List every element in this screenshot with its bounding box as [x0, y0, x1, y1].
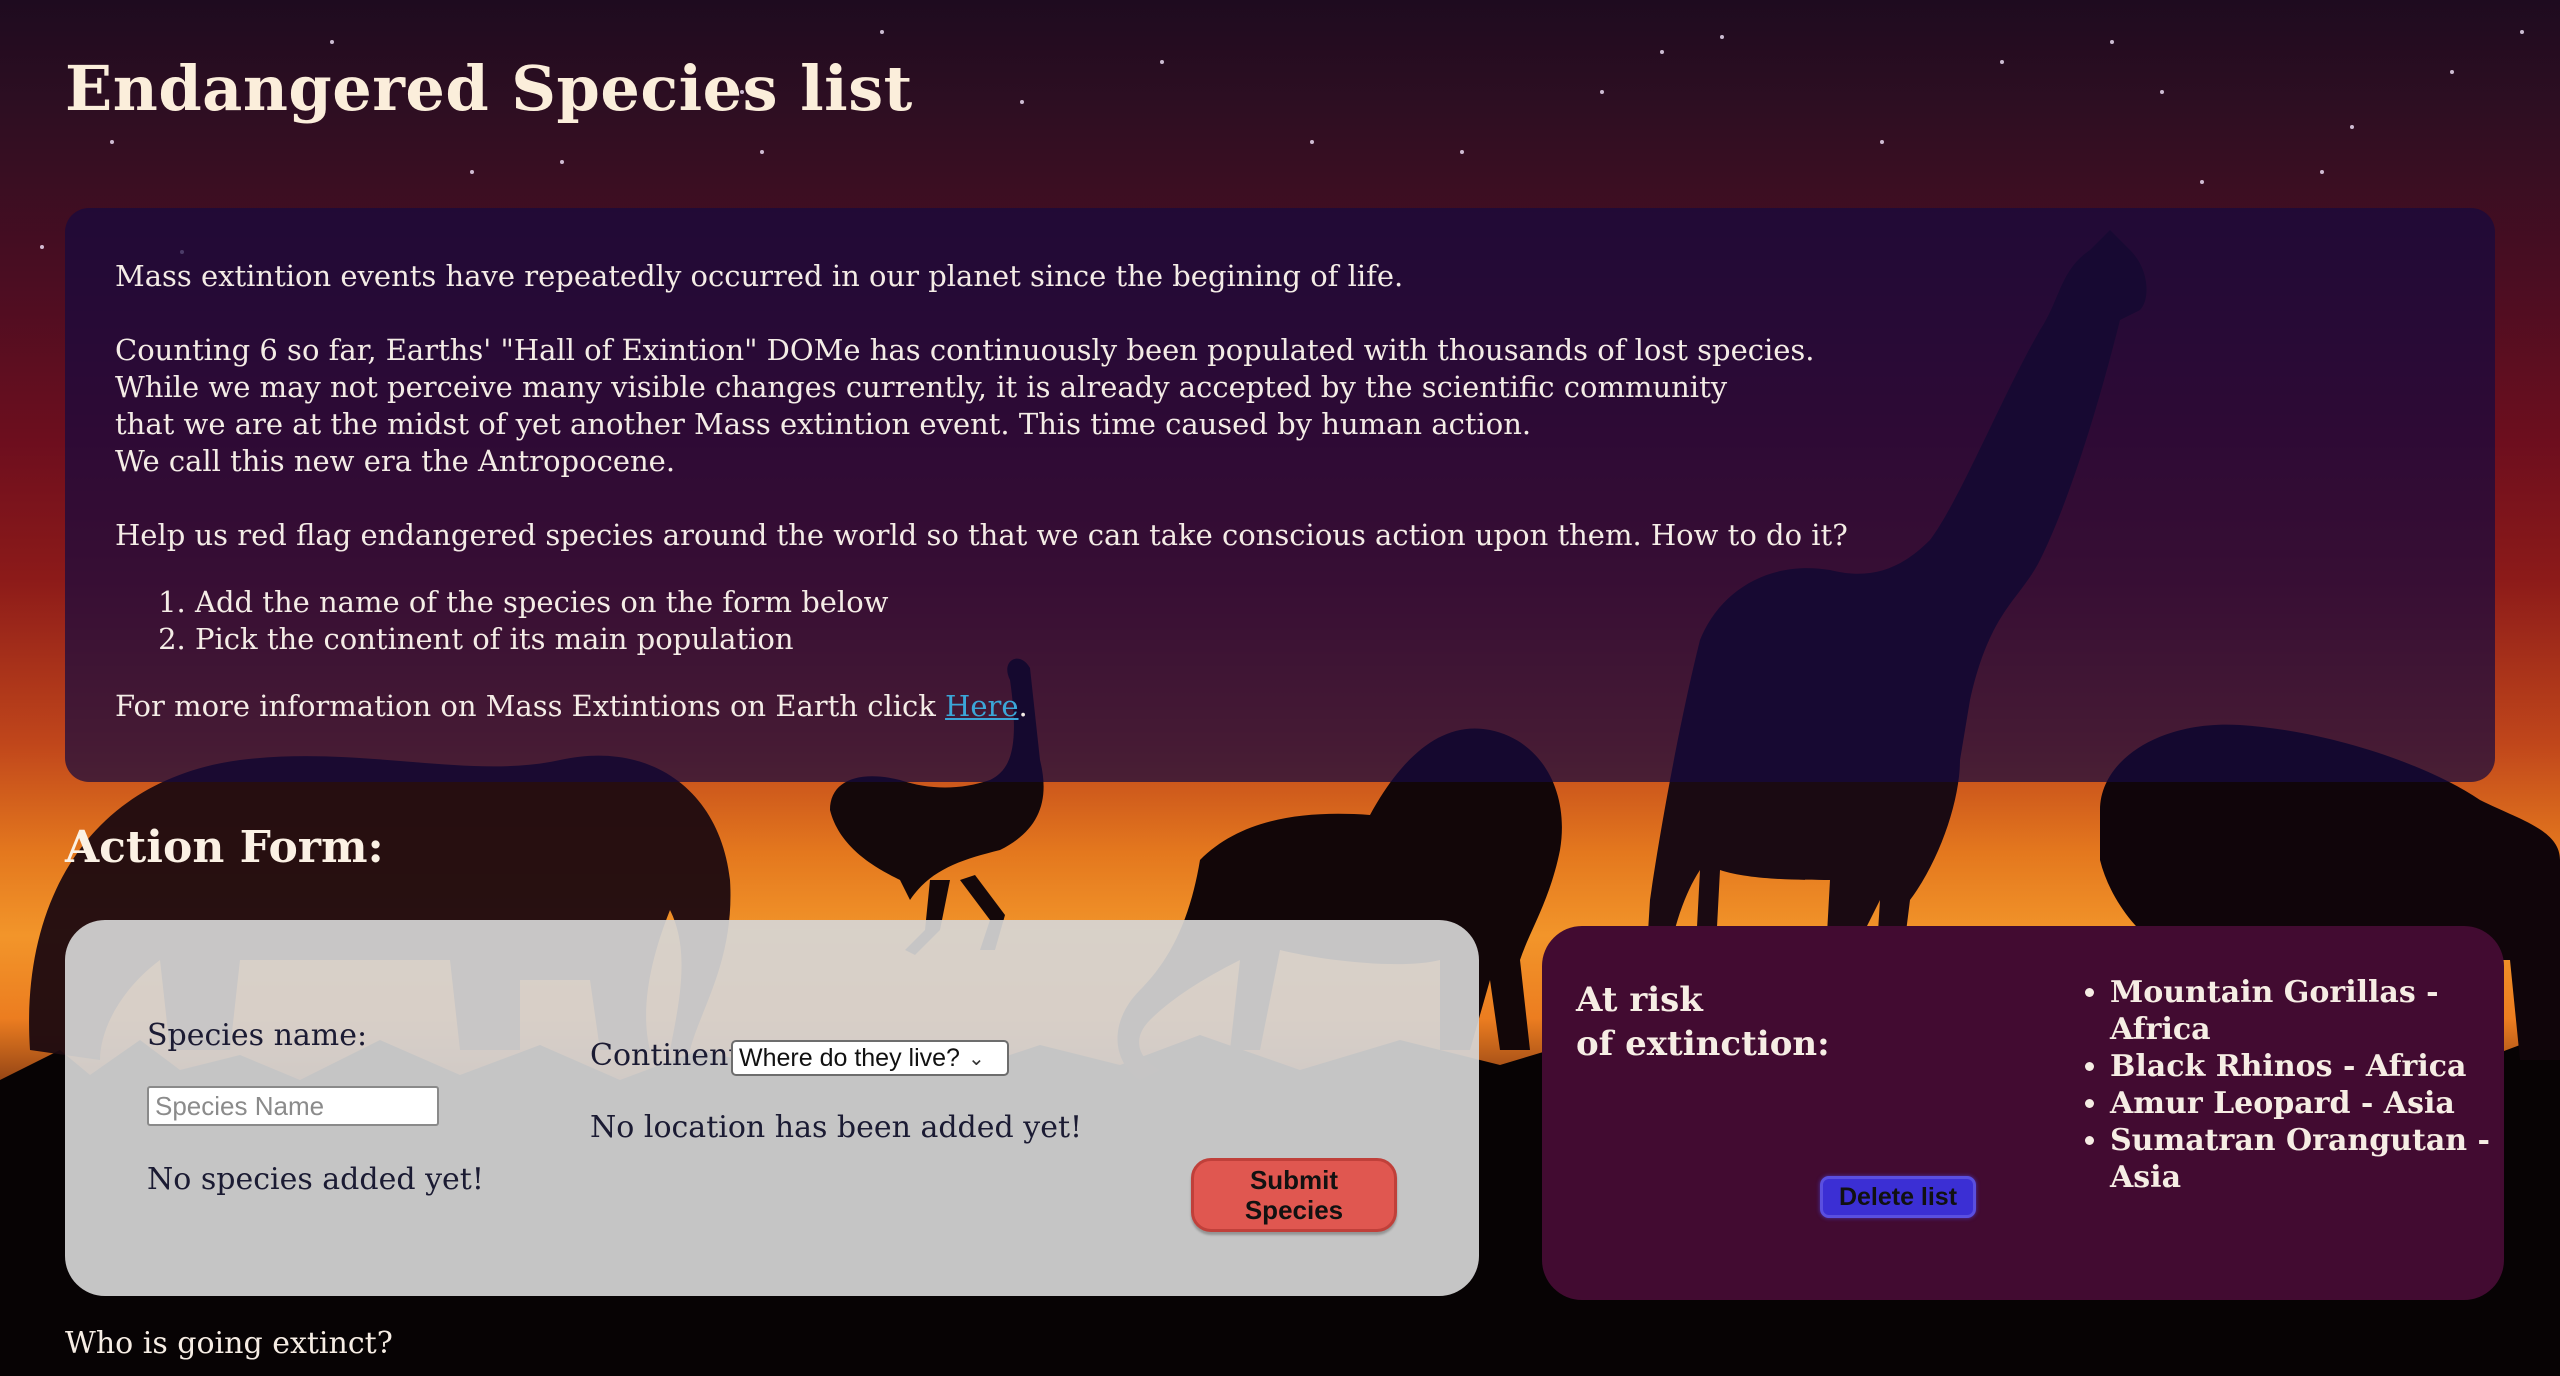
- species-name-input[interactable]: [147, 1086, 439, 1126]
- list-item: Amur Leopard - Asia: [2110, 1085, 2504, 1122]
- more-info-link[interactable]: Here: [945, 689, 1018, 723]
- intro-paragraph-1: Mass extintion events have repeatedly oc…: [115, 259, 1404, 293]
- more-info-text: For more information on Mass Extintions …: [115, 689, 946, 723]
- intro-panel: Mass extintion events have repeatedly oc…: [65, 208, 2495, 782]
- action-form-title: Action Form:: [65, 822, 384, 873]
- intro-paragraph-2-line-2: While we may not perceive many visible c…: [115, 370, 1728, 404]
- at-risk-species-list: Mountain Gorillas - Africa Black Rhinos …: [2082, 974, 2504, 1196]
- instruction-step: Pick the continent of its main populatio…: [195, 621, 2445, 658]
- instructions-list: Add the name of the species on the form …: [115, 584, 2445, 658]
- intro-paragraph-2-line-3: that we are at the midst of yet another …: [115, 407, 1532, 441]
- chevron-down-icon: ⌄: [967, 1047, 985, 1070]
- help-paragraph: Help us red flag endangered species arou…: [115, 518, 1848, 552]
- intro-paragraph-2-line-1: Counting 6 so far, Earths' "Hall of Exin…: [115, 333, 1815, 367]
- page-title: Endangered Species list: [65, 52, 913, 125]
- continent-select[interactable]: Where do they live? ⌄: [731, 1040, 1009, 1076]
- submit-species-button[interactable]: Submit Species: [1191, 1158, 1397, 1232]
- at-risk-title-line-2: of extinction:: [1576, 1024, 1830, 1064]
- delete-list-button[interactable]: Delete list: [1820, 1176, 1976, 1218]
- species-status-text: No species added yet!: [147, 1162, 484, 1197]
- more-info-paragraph: For more information on Mass Extintions …: [115, 688, 2445, 725]
- location-status-text: No location has been added yet!: [590, 1110, 1083, 1145]
- at-risk-title: At risk of extinction:: [1576, 978, 1830, 1066]
- list-item: Sumatran Orangutan - Asia: [2110, 1122, 2504, 1196]
- continent-label: Continent: [590, 1038, 741, 1073]
- extinct-question-heading: Who is going extinct?: [65, 1326, 393, 1361]
- list-item: Mountain Gorillas - Africa: [2110, 974, 2504, 1048]
- more-info-suffix: .: [1018, 689, 1028, 723]
- continent-selected-value: Where do they live?: [739, 1043, 960, 1072]
- at-risk-title-line-1: At risk: [1576, 980, 1703, 1020]
- action-form-panel: Species name: No species added yet! Cont…: [65, 920, 1479, 1296]
- list-item: Black Rhinos - Africa: [2110, 1048, 2504, 1085]
- at-risk-panel: At risk of extinction: Mountain Gorillas…: [1542, 926, 2504, 1300]
- species-name-label: Species name:: [147, 1018, 368, 1053]
- instruction-step: Add the name of the species on the form …: [195, 584, 2445, 621]
- intro-paragraph-2-line-4: We call this new era the Antropocene.: [115, 444, 676, 478]
